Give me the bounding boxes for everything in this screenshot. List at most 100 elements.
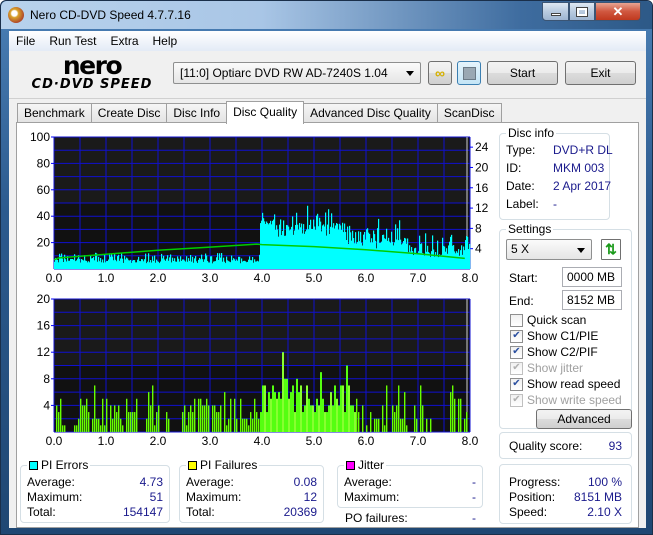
pi-failure-bar (110, 405, 112, 432)
checkmark-icon: ✔ (510, 329, 523, 343)
tab-create-disc[interactable]: Create Disc (90, 103, 168, 123)
quality-score-group: Quality score: 93 (499, 432, 632, 459)
pi-failure-bar (184, 405, 186, 432)
disc-id: MKM 003 (553, 161, 605, 175)
pi-failure-bar (404, 392, 406, 432)
advanced-button[interactable]: Advanced (536, 409, 632, 429)
tab-disc-quality[interactable]: Disc Quality (226, 101, 305, 124)
tab-scandisc[interactable]: ScanDisc (436, 103, 502, 123)
show-read-speed-checkbox[interactable]: ✔ Show read speed (510, 377, 620, 391)
pi-failure-bar (318, 405, 320, 432)
pi-failure-bar (464, 418, 466, 432)
logo-brand: nero (62, 51, 123, 80)
disc-info-title: Disc info (506, 126, 557, 140)
pi-failure-bar (136, 398, 138, 432)
disc-type: DVD+R DL (553, 143, 613, 157)
y2-tick-label: 24 (475, 140, 489, 154)
end-input[interactable]: 8152 MB (562, 290, 622, 310)
nero-logo: nero CD·DVD SPEED (17, 51, 167, 96)
window-title: Nero CD-DVD Speed 4.7.7.16 (30, 8, 191, 22)
tab-advanced-disc-quality[interactable]: Advanced Disc Quality (303, 103, 438, 123)
refresh-icon: ⇅ (605, 241, 617, 257)
pi-failure-bar (80, 398, 82, 432)
x-tick-label: 8.0 (462, 271, 479, 285)
minimize-button[interactable] (542, 2, 569, 21)
show-c2-checkbox[interactable]: ✔ Show C2/PIF (510, 345, 598, 359)
save-button[interactable] (457, 61, 481, 85)
show-write-speed-checkbox[interactable]: ✔ Show write speed (510, 393, 622, 407)
pi-failure-bar (100, 425, 102, 432)
pi-failure-bar (284, 378, 286, 432)
drive-select[interactable]: [11:0] Optiarc DVD RW AD-7240S 1.04 (173, 62, 421, 84)
pi-failure-bar (96, 418, 98, 432)
pi-failure-bar (202, 405, 204, 432)
pi-failure-bar (298, 392, 300, 432)
pi-failure-bar (352, 405, 354, 432)
pi-failure-bar (118, 405, 120, 432)
exit-button[interactable]: Exit (565, 61, 636, 85)
menu-run-test[interactable]: Run Test (42, 34, 103, 48)
drive-info-button[interactable]: ∞ (428, 61, 452, 85)
client-area: File Run Test Extra Help nero CD·DVD SPE… (9, 31, 646, 528)
pi-failure-bar (376, 418, 378, 432)
pi-failure-bar (128, 412, 130, 432)
menu-file[interactable]: File (9, 34, 42, 48)
disc-label: - (553, 197, 557, 211)
pi-failure-bar (166, 412, 168, 432)
start-button[interactable]: Start (487, 61, 558, 85)
menu-help[interactable]: Help (146, 34, 185, 48)
pi-failures-total: 20369 (283, 505, 317, 519)
pi-failure-bar (350, 405, 352, 432)
pi-failure-bar (282, 352, 284, 432)
title-bar[interactable]: Nero CD-DVD Speed 4.7.7.16 ✕ (1, 1, 652, 29)
show-c1-checkbox[interactable]: ✔ Show C1/PIE (510, 329, 598, 343)
disc-type-label: Type: (506, 143, 536, 157)
tab-benchmark[interactable]: Benchmark (17, 103, 92, 123)
pi-failure-bar (126, 398, 128, 432)
refresh-speed-button[interactable]: ⇅ (601, 239, 621, 260)
y2-tick-label: 16 (475, 181, 489, 195)
pi-failure-bar (276, 398, 278, 432)
pi-failure-bar (458, 398, 460, 432)
pi-failure-bar (308, 398, 310, 432)
disc-label-label: Label: (506, 197, 539, 211)
pi-failure-bar (156, 412, 158, 432)
disc-quality-panel: 0.0 1.0 2.0 3.0 4.0 5.0 6.0 7.0 8.0 20 40 60 80 100 4 8… (16, 122, 639, 528)
toolbar: nero CD·DVD SPEED [11:0] Optiarc DVD RW … (9, 51, 646, 99)
pi-failure-bar (330, 392, 332, 432)
pi-failure-bar (192, 412, 194, 432)
pi-failures-avg-label: Average: (186, 475, 234, 489)
pi-failure-bar (188, 412, 190, 432)
pi-failure-bar (94, 385, 96, 432)
pi-failure-bar (394, 412, 396, 432)
close-button[interactable]: ✕ (595, 2, 641, 21)
pi-failure-bar (218, 412, 220, 432)
app-icon (8, 7, 24, 23)
speed-select[interactable]: 5 X (506, 239, 592, 260)
tab-bar: Benchmark Create Disc Disc Info Disc Qua… (17, 101, 502, 124)
show-jitter-checkbox[interactable]: ✔ Show jitter (510, 361, 583, 375)
pi-failure-bar (392, 405, 394, 432)
speed-value: 5 X (511, 242, 530, 256)
jitter-max-label: Maximum: (344, 490, 400, 504)
speed-label: Speed: (509, 505, 548, 519)
chain-link-icon: ∞ (435, 65, 445, 81)
maximize-button[interactable] (569, 2, 595, 21)
start-input[interactable]: 0000 MB (562, 267, 622, 287)
menu-extra[interactable]: Extra (103, 34, 145, 48)
checkmark-icon: ✔ (510, 377, 523, 391)
x-tick-label: 8.0 (462, 434, 479, 448)
pi-failure-bar (74, 425, 76, 432)
pi-failure-bar (396, 405, 398, 432)
x-tick-label: 2.0 (150, 434, 167, 448)
x-tick-label: 4.0 (254, 434, 271, 448)
x-tick-label: 5.0 (306, 271, 323, 285)
pi-failures-group: PI Failures Average: 0.08 Maximum: 12 To… (179, 458, 324, 523)
pi-errors-max: 51 (149, 490, 163, 504)
quick-scan-checkbox[interactable]: Quick scan (510, 313, 586, 327)
tab-disc-info[interactable]: Disc Info (166, 103, 228, 123)
y2-tick-label: 20 (475, 160, 489, 174)
pi-failure-bar (374, 418, 376, 432)
y-tick-label: 60 (37, 183, 51, 197)
pi-failure-bar (92, 418, 94, 432)
